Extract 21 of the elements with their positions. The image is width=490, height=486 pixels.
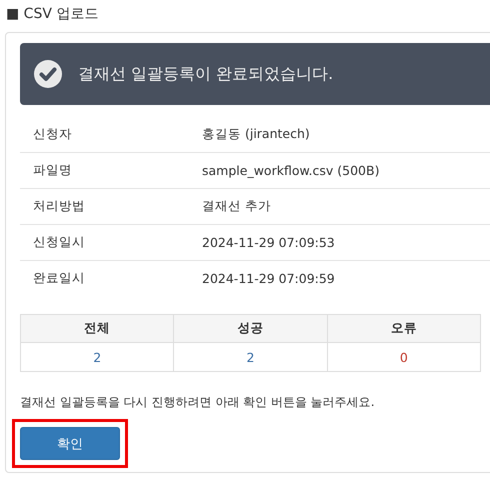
detail-value: 결재선 추가 <box>202 198 271 215</box>
detail-value: 2024-11-29 07:09:53 <box>202 235 335 250</box>
detail-label: 신청자 <box>32 126 73 143</box>
count-cell: 0 <box>327 342 480 372</box>
check-circle-icon <box>34 60 62 88</box>
count-cell: 2 <box>20 342 174 372</box>
detail-label: 처리방법 <box>32 198 86 215</box>
column-header: 성공 <box>174 314 328 342</box>
column-header: 전체 <box>20 314 174 342</box>
confirm-button[interactable]: 확인 <box>20 427 120 460</box>
detail-value: sample_workflow.csv (500B) <box>202 163 380 178</box>
detail-label: 신청일시 <box>32 234 86 251</box>
detail-label: 파일명 <box>32 162 73 179</box>
detail-value: 홍길동 (jirantech) <box>202 126 310 143</box>
instruction-text: 결재선 일괄등록을 다시 진행하려면 아래 확인 버튼을 눌러주세요. <box>20 394 376 411</box>
success-message: 결재선 일괄등록이 완료되었습니다. <box>78 64 334 84</box>
section-title: ■ CSV 업로드 <box>6 5 100 24</box>
detail-value: 2024-11-29 07:09:59 <box>202 271 335 286</box>
count-cell: 2 <box>174 342 328 372</box>
column-header: 오류 <box>327 314 480 342</box>
detail-label: 완료일시 <box>32 270 86 287</box>
